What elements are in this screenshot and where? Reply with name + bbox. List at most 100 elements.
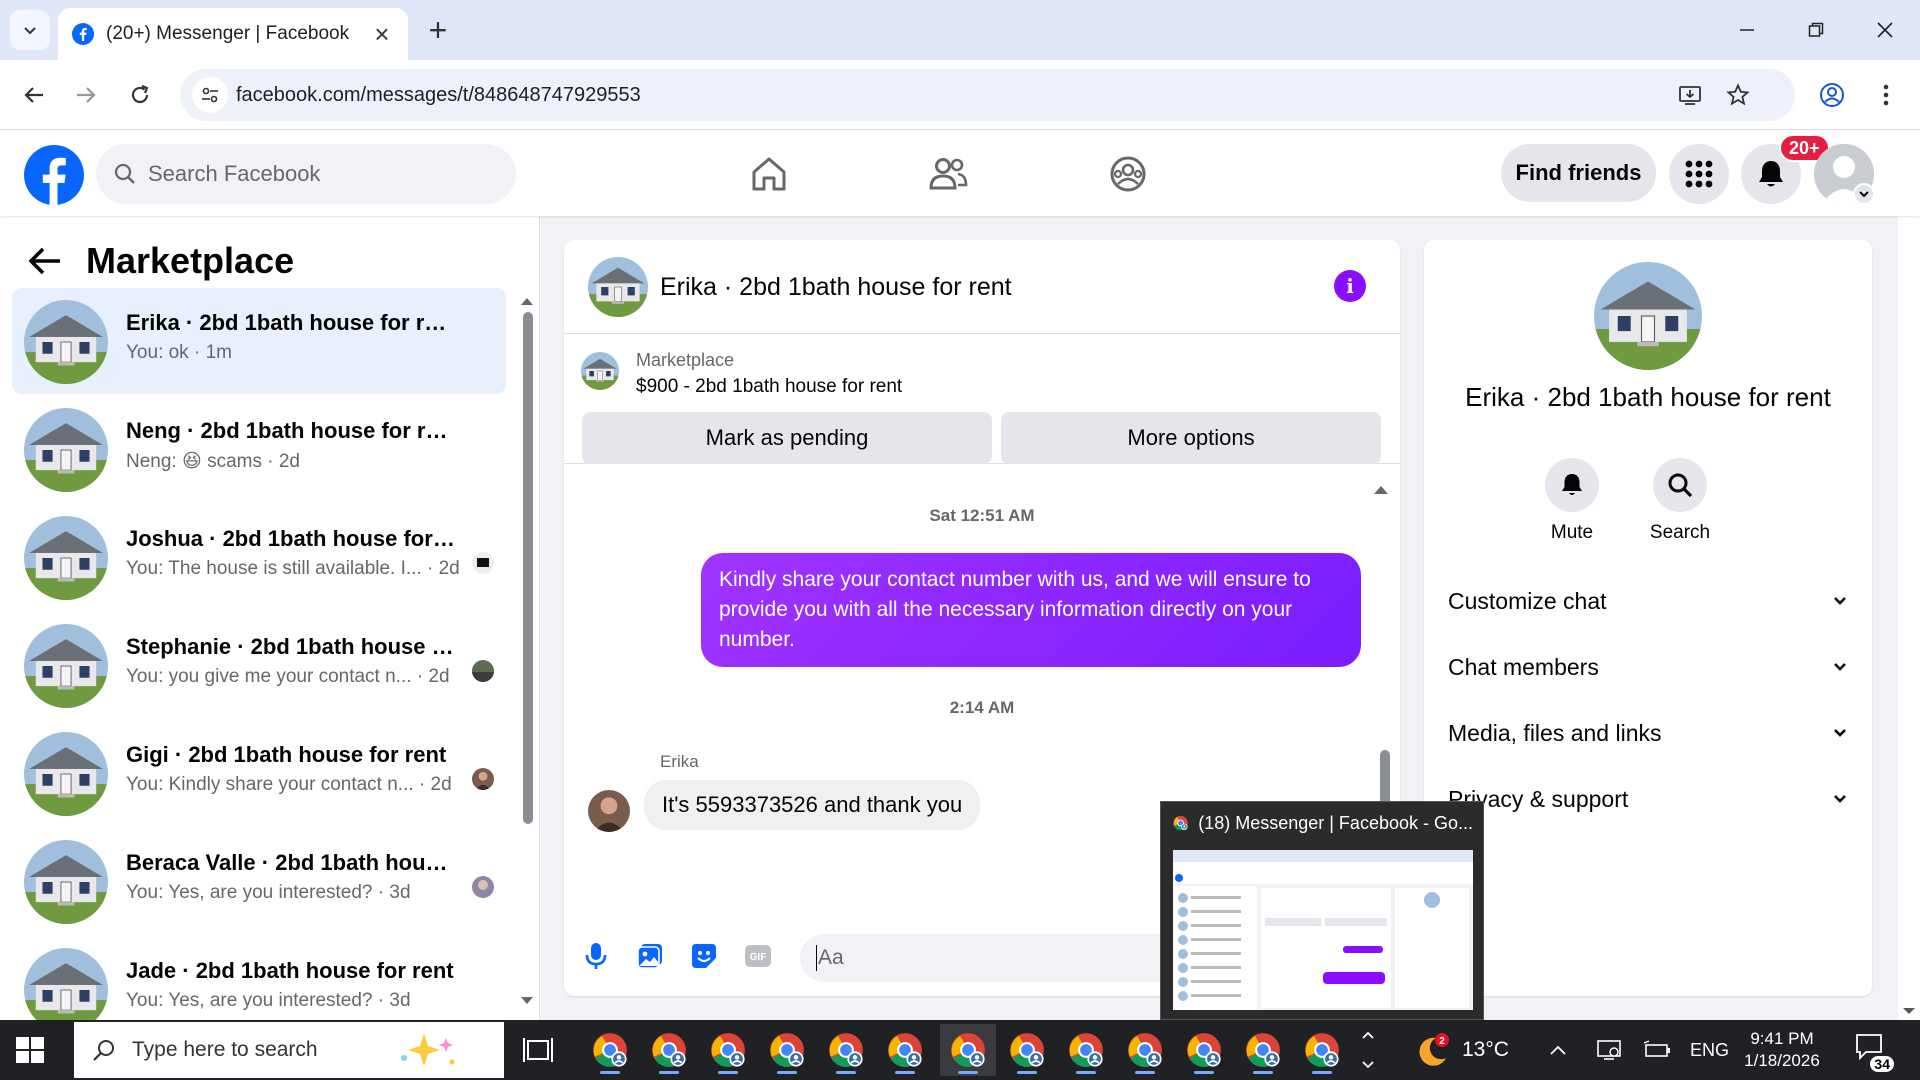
taskbar-chrome-window[interactable] xyxy=(1117,1024,1173,1076)
text-caret xyxy=(816,945,817,971)
facebook-search-input[interactable]: Search Facebook xyxy=(96,144,516,204)
browser-menu-button[interactable] xyxy=(1866,75,1906,115)
new-tab-button[interactable]: + xyxy=(420,12,456,48)
bell-icon xyxy=(1759,161,1783,187)
battery-tray-icon[interactable] xyxy=(1643,1020,1671,1080)
chrome-icon xyxy=(769,1032,805,1068)
more-options-button[interactable]: More options xyxy=(1001,412,1381,464)
taskbar-chrome-window[interactable] xyxy=(818,1024,874,1076)
browser-tab[interactable]: (20+) Messenger | Facebook × xyxy=(58,8,408,60)
back-arrow-icon[interactable] xyxy=(28,246,62,276)
taskbar-chrome-window[interactable] xyxy=(759,1024,815,1076)
minimize-button[interactable] xyxy=(1724,10,1770,50)
network-tray-icon[interactable] xyxy=(1596,1020,1622,1080)
menu-button[interactable] xyxy=(1669,144,1729,204)
chrome-icon xyxy=(651,1032,687,1068)
site-info-icon[interactable] xyxy=(192,77,228,113)
account-menu-toggle[interactable] xyxy=(1853,183,1875,205)
media-files-links-section[interactable]: Media, files and links xyxy=(1448,708,1848,758)
taskbar-chrome-window[interactable] xyxy=(641,1024,697,1076)
find-friends-button[interactable]: Find friends xyxy=(1501,144,1656,202)
incoming-message-bubble[interactable]: It's 5593373526 and thank you xyxy=(644,780,981,830)
customize-chat-section[interactable]: Customize chat xyxy=(1448,576,1848,626)
conversation-item[interactable]: Erika · 2bd 1bath house for rent You: ok… xyxy=(12,288,506,394)
running-indicator xyxy=(1253,1071,1273,1074)
taskbar-chrome-window[interactable] xyxy=(582,1024,638,1076)
taskbar-chrome-window[interactable] xyxy=(1176,1024,1232,1076)
conversation-item[interactable]: Beraca Valle · 2bd 1bath hous... You: Ye… xyxy=(12,828,506,934)
gif-button[interactable]: GIF xyxy=(740,938,776,974)
listing-thumbnail[interactable] xyxy=(1594,262,1702,370)
friends-icon xyxy=(929,158,968,190)
taskbar-chrome-window[interactable] xyxy=(999,1024,1055,1076)
chat-scroll-up-arrow[interactable] xyxy=(1374,486,1388,494)
nav-friends[interactable] xyxy=(920,146,976,202)
running-indicator xyxy=(836,1071,856,1074)
conversation-info-icon[interactable]: i xyxy=(1334,270,1366,302)
install-app-icon[interactable] xyxy=(1674,79,1706,111)
image-icon xyxy=(637,944,662,969)
address-bar[interactable]: facebook.com/messages/t/848648747929553 xyxy=(180,69,1795,121)
attach-photo-button[interactable] xyxy=(632,938,668,974)
reload-button[interactable] xyxy=(120,75,160,115)
taskbar-chrome-window[interactable] xyxy=(1235,1024,1291,1076)
back-button[interactable] xyxy=(14,75,54,115)
conversation-item[interactable]: Neng · 2bd 1bath house for rent Neng: 😆 … xyxy=(12,396,506,502)
message-input[interactable]: Aa xyxy=(800,934,1220,982)
system-clock[interactable]: 9:41 PM 1/18/2026 xyxy=(1732,1028,1832,1072)
facebook-logo-icon[interactable] xyxy=(24,145,84,205)
taskbar-chrome-window[interactable] xyxy=(1058,1024,1114,1076)
sticker-button[interactable] xyxy=(686,938,722,974)
close-window-button[interactable] xyxy=(1862,10,1908,50)
chat-header: Erika · 2bd 1bath house for rent i xyxy=(564,240,1400,334)
sidebar-scroll-thumb[interactable] xyxy=(523,312,533,824)
mark-as-pending-button[interactable]: Mark as pending xyxy=(582,412,992,464)
voice-clip-button[interactable] xyxy=(578,938,614,974)
task-view-icon[interactable] xyxy=(522,1034,554,1066)
running-indicator xyxy=(777,1071,797,1074)
listing-thumbnail xyxy=(24,624,108,708)
profile-button[interactable] xyxy=(1812,75,1852,115)
chevron-down-icon xyxy=(24,27,36,35)
conversation-item[interactable]: Gigi · 2bd 1bath house for rent You: Kin… xyxy=(12,720,506,826)
restore-button[interactable] xyxy=(1793,10,1839,50)
weather-widget[interactable]: 2 13°C xyxy=(1412,1020,1509,1080)
show-hidden-icons[interactable] xyxy=(1548,1020,1568,1080)
taskbar-chrome-window[interactable] xyxy=(877,1024,933,1076)
windows-start-icon[interactable] xyxy=(14,1034,46,1066)
preview-title: (18) Messenger | Facebook - Go... xyxy=(1173,812,1473,834)
bookmark-star-icon[interactable] xyxy=(1722,79,1754,111)
notification-center-button[interactable]: 34 xyxy=(1854,1032,1894,1072)
taskbar-chrome-window[interactable] xyxy=(940,1024,996,1076)
temperature: 13°C xyxy=(1462,1038,1509,1061)
listing-price-title[interactable]: $900 - 2bd 1bath house for rent xyxy=(636,376,902,398)
taskbar-window-preview[interactable]: (18) Messenger | Facebook - Go... xyxy=(1160,801,1484,1020)
taskbar-scroll-arrows[interactable] xyxy=(1360,1020,1378,1080)
search-in-conversation-button[interactable]: Search xyxy=(1635,458,1725,544)
chrome-icon xyxy=(887,1032,923,1068)
mute-button[interactable]: Mute xyxy=(1527,458,1617,544)
close-tab-icon[interactable]: × xyxy=(370,21,394,47)
page-scrollbar[interactable] xyxy=(1898,130,1920,1020)
nav-home[interactable] xyxy=(741,146,797,202)
url-text[interactable]: facebook.com/messages/t/848648747929553 xyxy=(236,69,641,121)
conversation-item[interactable]: Stephanie · 2bd 1bath house f... You: yo… xyxy=(12,612,506,718)
chat-title[interactable]: Erika · 2bd 1bath house for rent xyxy=(660,240,1012,334)
windows-taskbar: Type here to search 2 13°C ENG 9:41 PM 1… xyxy=(0,1020,1920,1080)
taskbar-chrome-window[interactable] xyxy=(700,1024,756,1076)
taskbar-chrome-window[interactable] xyxy=(1294,1024,1350,1076)
privacy-support-section[interactable]: Privacy & support xyxy=(1448,774,1848,824)
conversation-item[interactable]: Joshua · 2bd 1bath house for r... You: T… xyxy=(12,504,506,610)
taskbar-search-box[interactable]: Type here to search xyxy=(74,1022,504,1078)
chrome-icon xyxy=(1173,812,1188,834)
conversation-item[interactable]: Jade · 2bd 1bath house for rent You: Yes… xyxy=(12,936,506,1020)
input-language[interactable]: ENG xyxy=(1690,1020,1729,1080)
marketplace-listing-card: Marketplace $900 - 2bd 1bath house for r… xyxy=(564,334,1400,464)
forward-button[interactable] xyxy=(66,75,106,115)
nav-groups[interactable] xyxy=(1100,146,1156,202)
sender-avatar[interactable] xyxy=(588,790,630,832)
listing-thumbnail[interactable] xyxy=(588,257,648,317)
tab-search-button[interactable] xyxy=(10,10,50,50)
chat-members-section[interactable]: Chat members xyxy=(1448,642,1848,692)
outgoing-message-bubble[interactable]: Kindly share your contact number with us… xyxy=(701,553,1361,667)
